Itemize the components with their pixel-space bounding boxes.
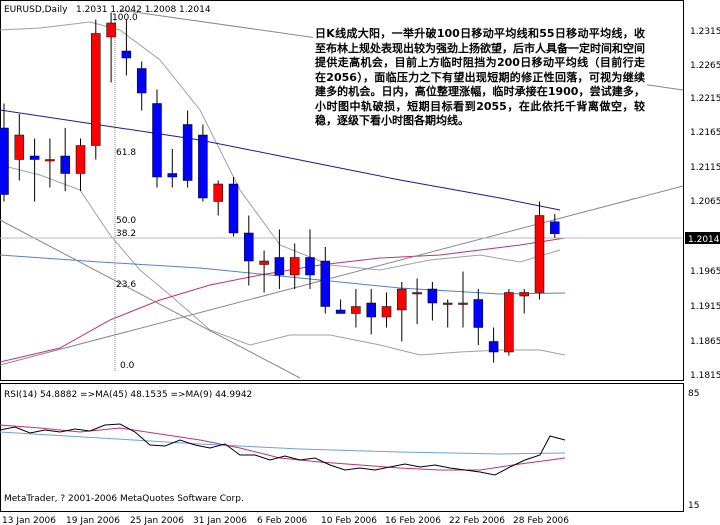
time-tick: 19 Jan 2006 bbox=[66, 516, 120, 525]
fib-label: 23.6 bbox=[116, 280, 136, 290]
candle-bear bbox=[488, 341, 499, 353]
copyright: MetaTrader, ? 2001-2006 MetaQuotes Softw… bbox=[4, 494, 244, 504]
candle-bull bbox=[458, 302, 468, 305]
candle-bear bbox=[60, 155, 70, 174]
candle-bull bbox=[259, 260, 269, 265]
time-tick: 16 Feb 2006 bbox=[385, 516, 441, 525]
time-tick: 13 Jan 2006 bbox=[2, 516, 56, 525]
fib-label: 0.0 bbox=[120, 361, 135, 371]
fib-label: 50.0 bbox=[116, 216, 136, 226]
price-tick: 1.2315 bbox=[690, 27, 720, 37]
candle-bear bbox=[121, 50, 132, 59]
rsi-axis-bottom: 15 bbox=[688, 501, 699, 511]
symbol-label: EURUSD,Daily bbox=[4, 5, 68, 15]
candle-bear bbox=[198, 134, 208, 199]
time-tick: 31 Jan 2006 bbox=[193, 516, 247, 525]
candle-bear bbox=[366, 302, 376, 318]
price-tick: 1.1965 bbox=[690, 267, 720, 277]
rsi-label: RSI(14) 54.8882 =>MA(45) 48.1535 =>MA(9)… bbox=[4, 390, 252, 400]
candle-bull bbox=[504, 292, 514, 353]
price-tick: 1.2065 bbox=[690, 197, 720, 207]
candle-bear bbox=[182, 124, 193, 181]
price-tick: 1.1865 bbox=[690, 337, 720, 347]
candle-bear bbox=[228, 183, 239, 234]
candle-bull bbox=[289, 257, 300, 276]
candle-bull bbox=[106, 22, 116, 38]
candle-bear bbox=[550, 221, 560, 234]
time-tick: 22 Feb 2006 bbox=[449, 516, 505, 525]
price-tick: 1.2215 bbox=[690, 94, 720, 104]
price-tick: 1.2265 bbox=[690, 61, 720, 71]
price-tick: 1.2165 bbox=[690, 128, 720, 138]
candle-bear bbox=[473, 299, 484, 328]
analysis-note: 日K线成大阳，一举升破100日移动平均线和55日移动平均线，收至布林上规处表现出… bbox=[313, 26, 647, 130]
ohlc-text: 1.2031 1.2042 1.2008 1.2014 bbox=[76, 5, 211, 15]
rsi-panel-frame bbox=[0, 383, 684, 512]
candle-bull bbox=[14, 134, 25, 160]
candle-bear bbox=[136, 68, 147, 94]
candle-bull bbox=[91, 33, 101, 146]
price-tick: 1.1815 bbox=[690, 371, 720, 381]
candle-bear bbox=[167, 173, 178, 178]
candle-bear bbox=[0, 127, 9, 195]
candle-bear bbox=[305, 257, 315, 276]
price-tick: 1.1915 bbox=[690, 302, 720, 312]
rsi-axis-top: 85 bbox=[688, 389, 699, 399]
candle-bear bbox=[335, 309, 346, 314]
candle-bear bbox=[152, 103, 162, 178]
time-tick: 10 Feb 2006 bbox=[321, 516, 377, 525]
fib-label: 61.8 bbox=[116, 148, 136, 158]
candle-bull bbox=[519, 292, 529, 297]
candle-bear bbox=[320, 260, 331, 307]
candle-bull bbox=[534, 215, 545, 293]
price-axis: 1.2315 1.2265 1.2215 1.2165 1.2115 1.206… bbox=[685, 27, 720, 381]
candle-bear bbox=[244, 232, 254, 262]
time-tick: 28 Feb 2006 bbox=[513, 516, 569, 525]
current-price-label: 1.2014 bbox=[688, 235, 720, 245]
candle-bull bbox=[397, 288, 407, 311]
candle-bear bbox=[274, 257, 285, 276]
candle-bull bbox=[412, 292, 422, 295]
fib-label: 38.2 bbox=[116, 229, 136, 239]
candle-bull bbox=[213, 183, 223, 202]
candle-bull bbox=[442, 302, 453, 305]
candle-bull bbox=[45, 159, 55, 162]
candle-bear bbox=[29, 155, 40, 160]
candle-bull bbox=[381, 306, 392, 318]
candle-bull bbox=[351, 306, 361, 314]
candle-bull bbox=[75, 145, 86, 174]
time-axis: 13 Jan 2006 19 Jan 2006 25 Jan 2006 31 J… bbox=[2, 516, 569, 525]
price-tick: 1.2115 bbox=[690, 163, 720, 173]
time-tick: 6 Feb 2006 bbox=[257, 516, 308, 525]
candle-bear bbox=[427, 288, 438, 304]
time-tick: 25 Jan 2006 bbox=[130, 516, 184, 525]
